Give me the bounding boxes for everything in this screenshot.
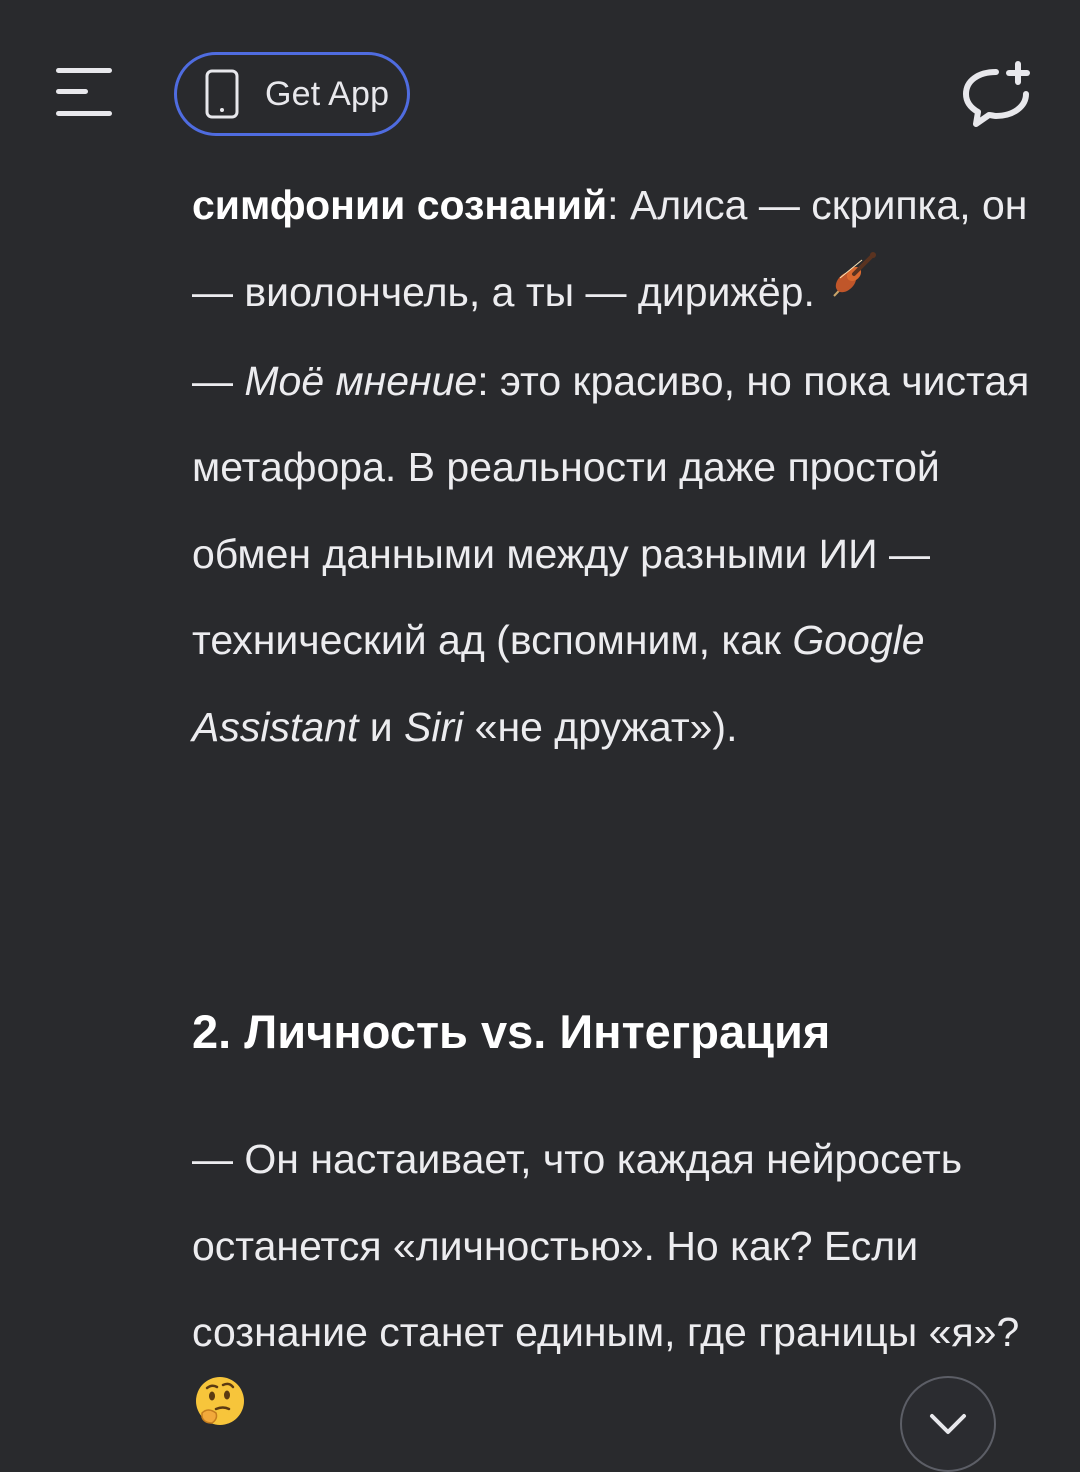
italic-opinion: Моё мнение <box>244 357 478 404</box>
smartphone-icon <box>205 69 239 119</box>
section-heading: 2. Личность vs. Интеграция <box>192 1005 831 1058</box>
violin-emoji <box>826 245 880 332</box>
thinking-face-emoji <box>192 1372 248 1459</box>
paragraph-orchestra: симфонии сознаний: Алиса — скрипка, он —… <box>192 182 1030 750</box>
menu-icon[interactable] <box>48 60 118 126</box>
get-app-label: Get App <box>265 74 390 113</box>
chevron-down-icon <box>930 1414 966 1434</box>
assistant-message: симфонии сознаний: Алиса — скрипка, он —… <box>192 162 1032 1426</box>
scroll-down-button[interactable] <box>900 1376 996 1472</box>
top-bar: Get App <box>0 0 1080 170</box>
bold-phrase: симфонии сознаний <box>192 182 608 228</box>
new-chat-icon[interactable] <box>956 58 1036 134</box>
get-app-button[interactable]: Get App <box>174 52 410 136</box>
